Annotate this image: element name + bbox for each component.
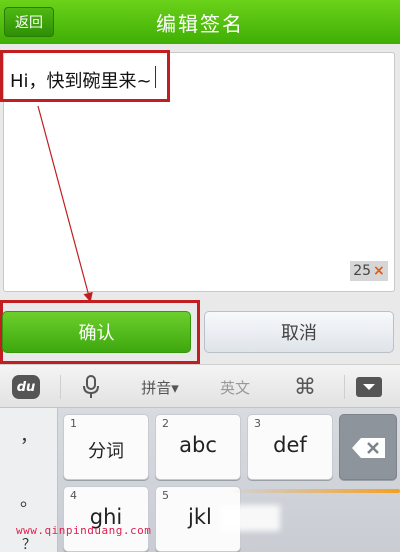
confirm-button[interactable]: 确认 — [2, 311, 191, 353]
period-key[interactable]: 。 — [0, 484, 58, 514]
du-logo-icon: du — [12, 375, 40, 399]
comma-key[interactable]: ， — [0, 420, 58, 450]
collapse-keyboard-icon — [356, 377, 382, 397]
collapse-keyboard-button[interactable] — [352, 365, 386, 409]
key-number: 3 — [254, 417, 261, 430]
key-3[interactable]: 3 def — [247, 414, 333, 480]
cancel-button[interactable]: 取消 — [204, 311, 394, 353]
keyboard-toolbar: du 拼音▾ 英文 ⌘ — [0, 364, 400, 408]
key-label: 分词 — [88, 441, 124, 462]
microphone-icon — [83, 375, 99, 398]
key-number: 5 — [162, 489, 169, 502]
key-label: abc — [179, 433, 217, 457]
du-logo-button[interactable]: du — [4, 365, 48, 409]
pinyin-mode-button[interactable]: 拼音▾ — [130, 365, 190, 409]
backspace-key[interactable] — [339, 414, 397, 480]
voice-input-button[interactable] — [70, 365, 112, 409]
toolbar-divider — [344, 375, 345, 399]
watermark-blur — [220, 505, 280, 531]
key-number: 1 — [70, 417, 77, 430]
watermark-text: www.qinpinduang.com — [16, 524, 152, 537]
key-number: 2 — [162, 417, 169, 430]
backspace-icon — [352, 438, 385, 458]
toolbar-divider — [60, 375, 61, 399]
english-mode-button[interactable]: 英文 — [210, 365, 260, 409]
watermark-swoosh — [230, 489, 400, 493]
key-label: def — [273, 433, 307, 457]
key-2[interactable]: 2 abc — [155, 414, 241, 480]
key-4[interactable]: 4 ghi — [63, 486, 149, 552]
key-1[interactable]: 1 分词 — [63, 414, 149, 480]
key-number: 4 — [70, 489, 77, 502]
command-icon[interactable]: ⌘ — [285, 365, 325, 409]
